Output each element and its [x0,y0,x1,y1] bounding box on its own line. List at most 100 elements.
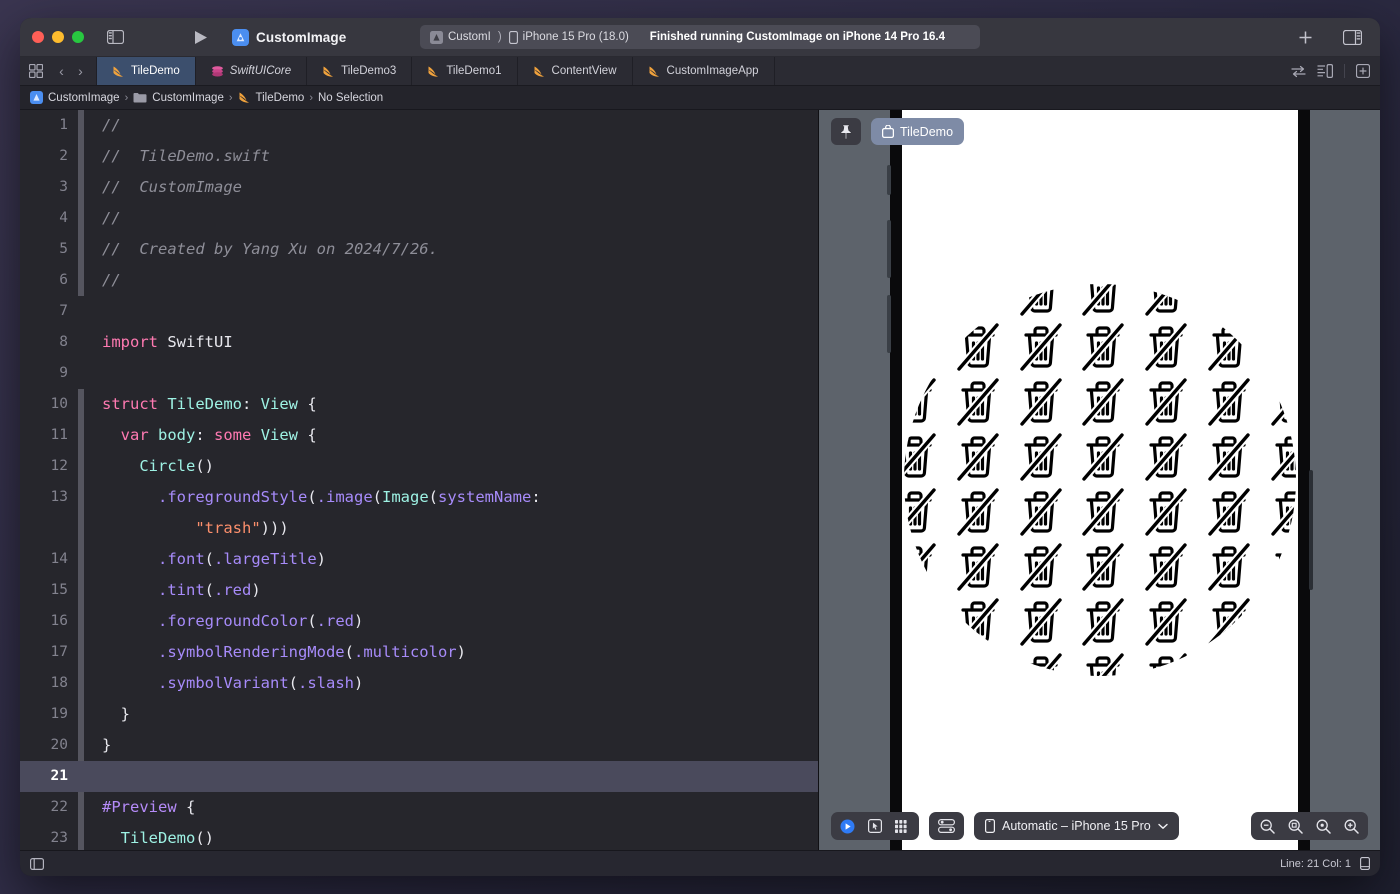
editor-tab-tiledemo1[interactable]: TileDemo1 [412,57,518,85]
code-line-wrapped[interactable]: "trash"))) [20,513,818,544]
close-button[interactable] [32,31,44,43]
code-line[interactable]: 20} [20,730,818,761]
live-preview-icon[interactable] [840,819,855,834]
code-line[interactable]: 22 #Preview { [20,792,818,823]
code-token: .foregroundStyle [158,488,308,506]
minimap-toggle-icon[interactable] [30,857,44,870]
code-token: } [102,705,130,723]
tab-label: ContentView [551,65,617,77]
editor-tab-tiledemo3[interactable]: TileDemo3 [307,57,413,85]
code-line[interactable]: 12 Circle() [20,451,818,482]
window-toolbar: CustomImage CustomI ) iPhone 15 Pro (18. [20,18,1380,57]
line-number: 14 [50,551,68,567]
zoom-controls-group [1251,812,1368,840]
code-line[interactable]: 15 .tint(.red) [20,575,818,606]
code-line[interactable]: 18 .symbolVariant(.slash) [20,668,818,699]
editor-options-icon[interactable] [1317,64,1333,78]
variants-icon[interactable] [895,819,910,833]
code-editor[interactable]: 1 // 2 // TileDemo.swift 3 // CustomImage 4 // 5… [20,110,818,850]
nav-back-button[interactable]: ‹ [53,63,70,79]
code-text: // [84,110,818,141]
line-number: 12 [50,458,68,474]
code-line[interactable]: 6 // [20,265,818,296]
device-icon[interactable] [1360,857,1370,870]
preview-canvas[interactable]: TileDemo Automatic – iPhone 15 Pro [818,110,1380,850]
code-token: ( [307,488,317,506]
symbol-tile [1198,594,1261,649]
code-token: .foregroundColor [158,612,308,630]
pin-icon[interactable] [831,118,861,145]
zoom-fit-icon[interactable] [1288,819,1303,834]
device-select-dropdown[interactable]: Automatic – iPhone 15 Pro [974,812,1179,840]
line-number: 22 [50,799,68,815]
code-line[interactable]: 7 [20,296,818,327]
code-line[interactable]: 23 TileDemo() [20,823,818,850]
device-settings-icon[interactable] [938,819,955,833]
code-token: .tint [158,581,205,599]
sidebar-toggle-icon[interactable] [107,30,124,44]
tab-bar-left-controls: ‹ › [20,57,97,85]
editor-tab-swiftuicore[interactable]: SwiftUICore [196,57,308,85]
code-line[interactable]: 1 // [20,110,818,141]
code-token: ( [307,612,317,630]
breadcrumb-item-2[interactable]: TileDemo [238,91,304,104]
zoom-out-icon[interactable] [1260,819,1275,834]
code-line[interactable]: 2 // TileDemo.swift [20,141,818,172]
run-play-icon[interactable] [194,30,208,45]
plus-icon[interactable] [1298,30,1313,45]
symbol-tile [946,594,1009,649]
symbol-tile [1135,374,1198,429]
code-line[interactable]: 8 import SwiftUI [20,327,818,358]
code-text: } [84,730,818,761]
code-line[interactable]: 21 [20,761,818,792]
code-token: .red [214,581,252,599]
code-line[interactable]: 9 [20,358,818,389]
code-line[interactable]: 17 .symbolRenderingMode(.multicolor) [20,637,818,668]
code-text: struct TileDemo: View { [84,389,818,420]
symbol-tile [946,284,1009,319]
symbol-tile [1198,374,1261,429]
code-line[interactable]: 19 } [20,699,818,730]
breadcrumb-item-1[interactable]: CustomImage [133,92,224,104]
editor-tab-customimageapp[interactable]: CustomImageApp [633,57,775,85]
editor-tab-tiledemo[interactable]: TileDemo [97,57,196,85]
code-line[interactable]: 11 var body: some View { [20,420,818,451]
breadcrumb-label: CustomImage [152,91,224,104]
code-text: import SwiftUI [84,327,818,358]
symbol-tile [1198,539,1261,594]
zoom-actual-icon[interactable] [1316,819,1331,834]
nav-forward-button[interactable]: › [72,63,89,79]
code-line[interactable]: 3 // CustomImage [20,172,818,203]
swap-editors-icon[interactable] [1291,65,1306,78]
code-line[interactable]: 10 struct TileDemo: View { [20,389,818,420]
status-scheme-chip: CustomI [430,30,491,44]
maximize-button[interactable] [72,31,84,43]
scheme-selector[interactable]: CustomImage [232,28,346,46]
breadcrumb-item-0[interactable]: CustomImage [30,91,120,104]
code-line[interactable]: 13 .foregroundStyle(.image(Image(systemN… [20,482,818,513]
breadcrumb-item-3[interactable]: No Selection [318,92,383,104]
symbol-tile [1072,429,1135,484]
status-message: Finished running CustomImage on iPhone 1… [649,31,946,43]
code-line[interactable]: 4 // [20,203,818,234]
add-editor-icon[interactable] [1356,64,1370,78]
minimize-button[interactable] [52,31,64,43]
code-token: ) [251,581,261,599]
inspector-toggle-icon[interactable] [1343,29,1362,45]
tab-grid-icon[interactable] [29,64,43,78]
zoom-in-icon[interactable] [1344,819,1359,834]
symbol-tile [1009,649,1072,676]
code-line[interactable]: 5 // Created by Yang Xu on 2024/7/26. [20,234,818,265]
status-pill[interactable]: CustomI ) iPhone 15 Pro (18.0) Finished … [420,25,980,49]
tab-label: TileDemo1 [446,65,502,77]
code-lines: 1 // 2 // TileDemo.swift 3 // CustomImage 4 // 5… [20,110,818,850]
selectable-icon[interactable] [868,819,882,833]
editor-tab-contentview[interactable]: ContentView [518,57,633,85]
code-line[interactable]: 16 .foregroundColor(.red) [20,606,818,637]
code-line[interactable]: 14 .font(.largeTitle) [20,544,818,575]
line-number: 8 [59,334,68,350]
preview-name-chip[interactable]: TileDemo [871,118,965,145]
breadcrumb: CustomImage › CustomImage › TileDemo › No Sel… [20,86,1380,110]
